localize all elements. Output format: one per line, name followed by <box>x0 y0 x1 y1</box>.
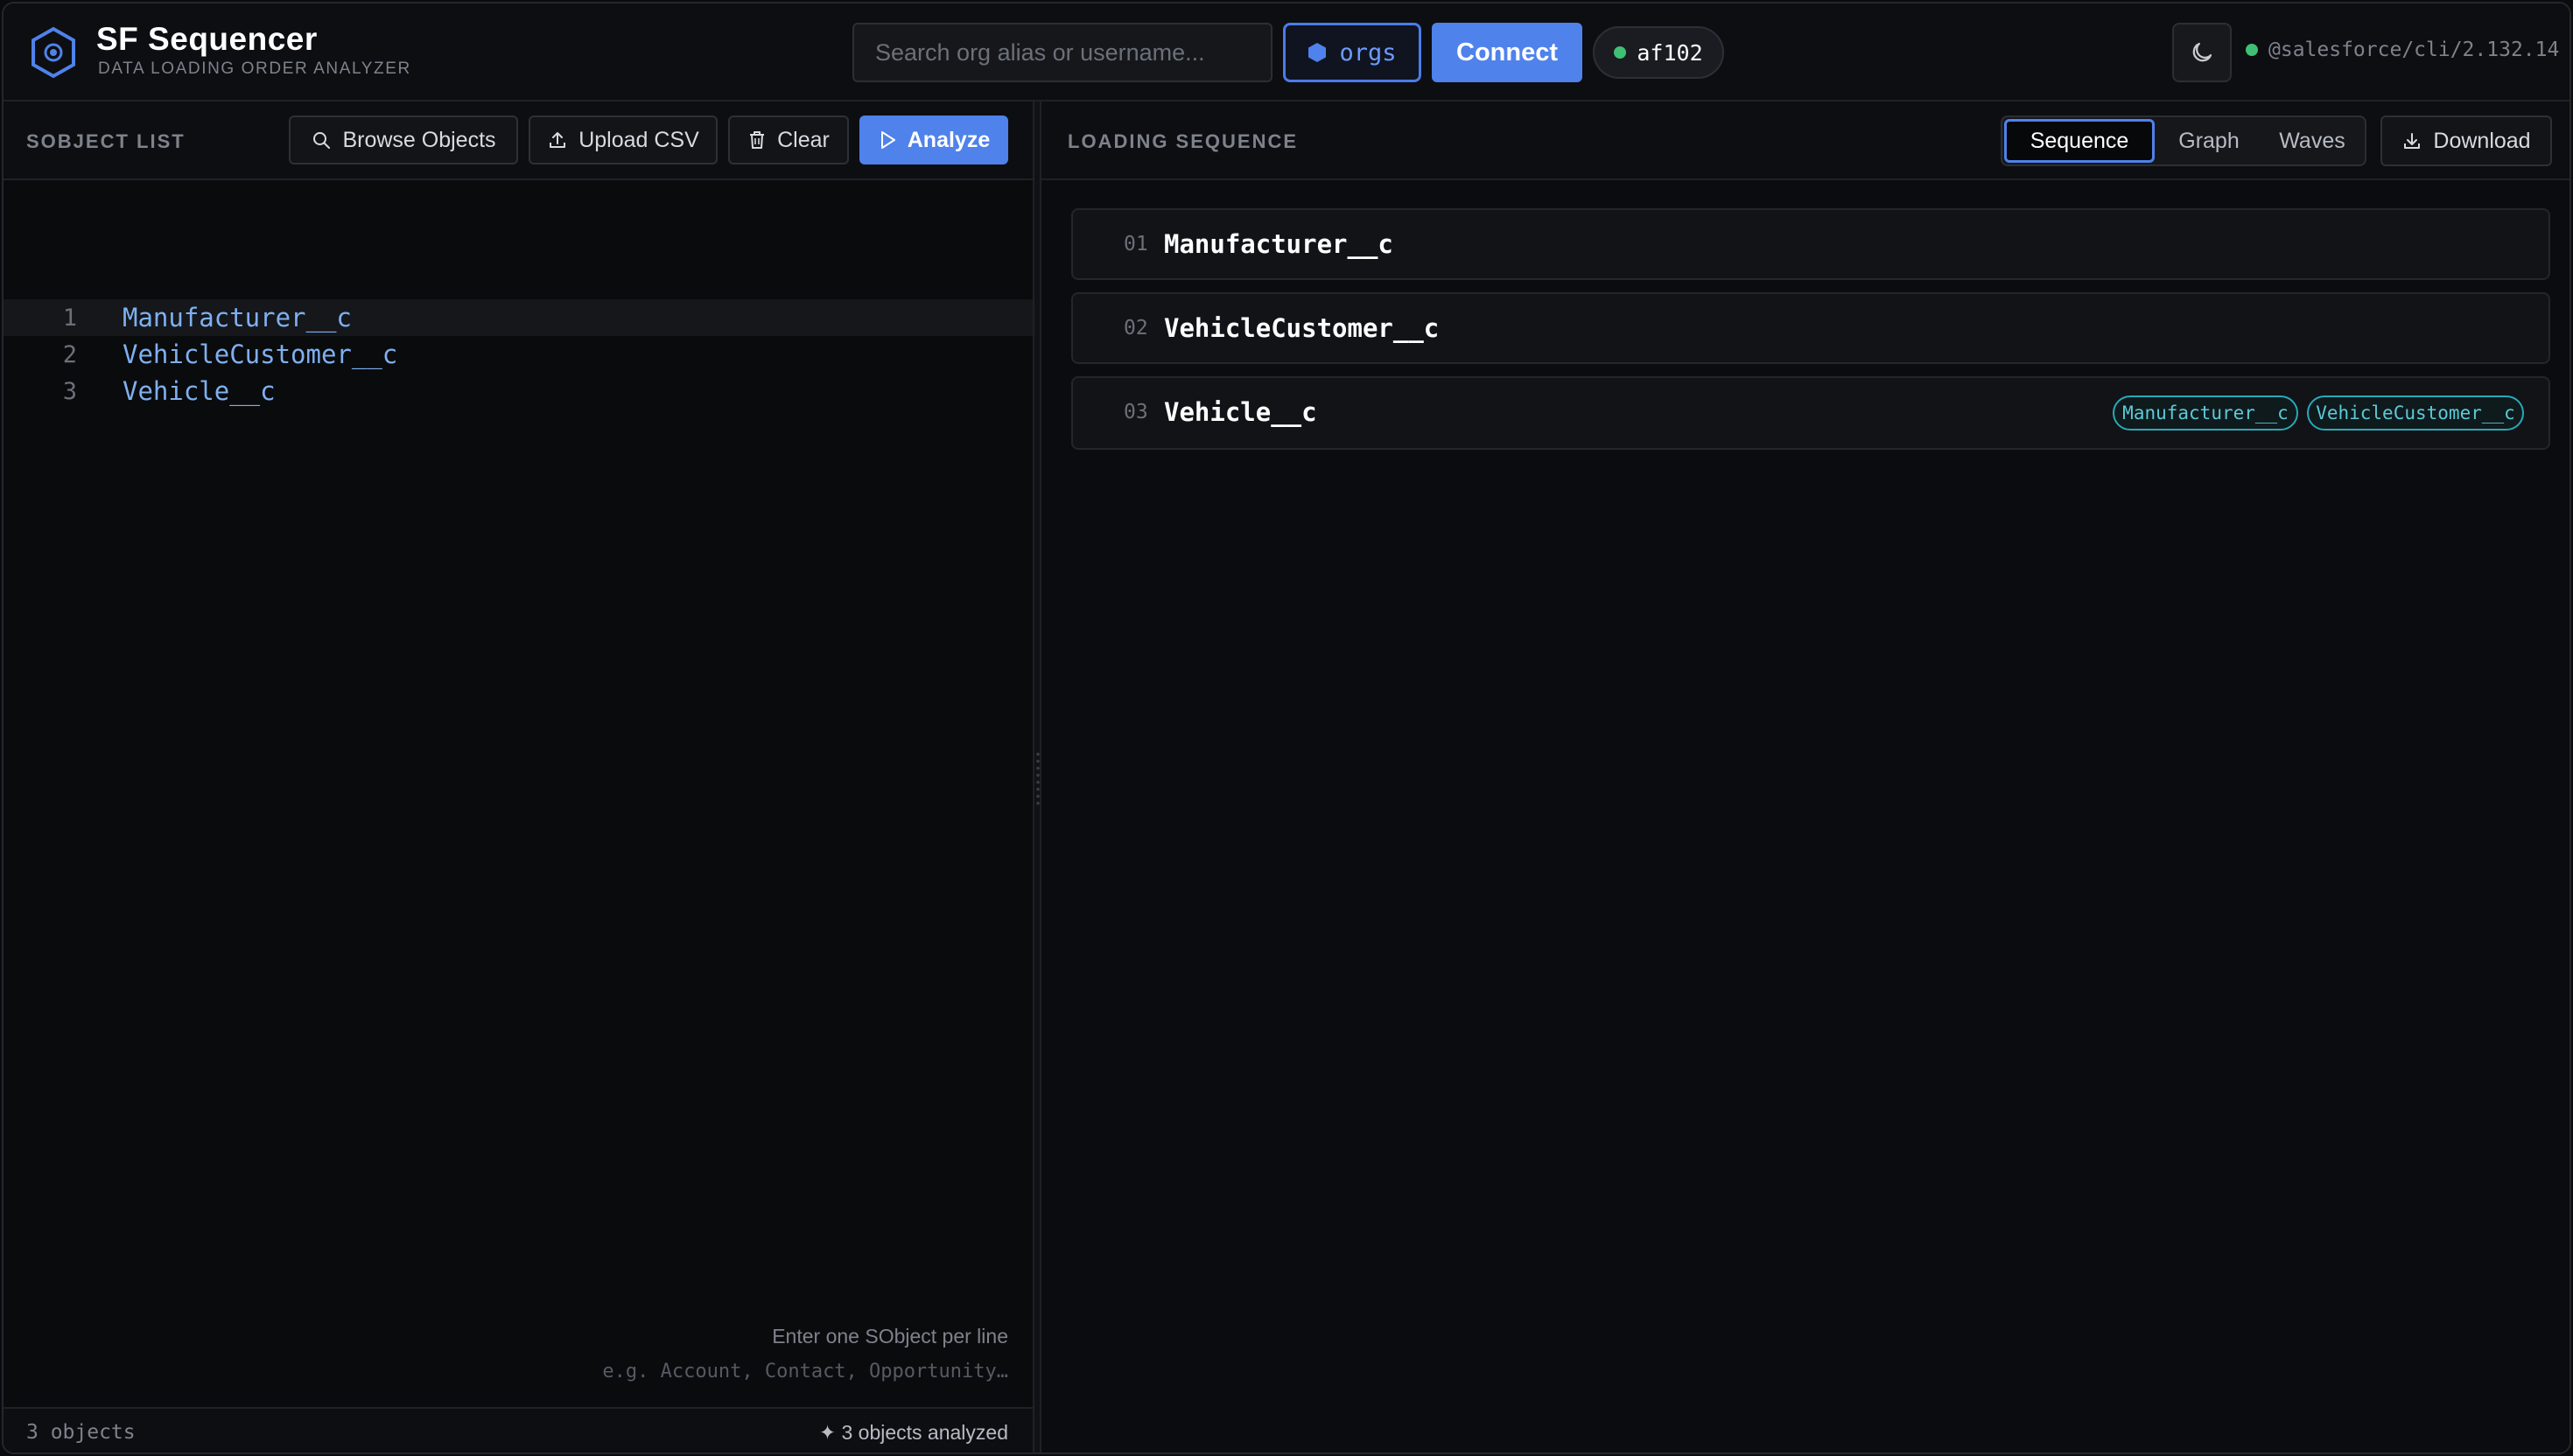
download-label: Download <box>2433 128 2531 153</box>
connected-status-dot <box>1614 46 1627 59</box>
editor-hint: Enter one SObject per line e.g. Account,… <box>602 1325 1008 1382</box>
sequence-object-name: VehicleCustomer__c <box>1164 313 1440 343</box>
sobject-toolbar: SOBJECT LIST Browse Objects Upload CSV C… <box>4 102 1033 180</box>
connected-org-badge[interactable]: af102 <box>1593 26 1724 79</box>
panel-title: LOADING SEQUENCE <box>1068 130 1299 152</box>
sequence-item[interactable]: 02 VehicleCustomer__c <box>1071 292 2550 364</box>
clear-button[interactable]: Clear <box>728 116 849 164</box>
sequence-item[interactable]: 03 Vehicle__c Manufacturer__c VehicleCus… <box>1071 376 2550 450</box>
theme-toggle-button[interactable] <box>2172 23 2232 82</box>
editor-line[interactable]: 3 Vehicle__c <box>4 373 1033 410</box>
app-window: SF Sequencer DATA LOADING ORDER ANALYZER… <box>2 2 2571 1454</box>
sequence-object-name: Manufacturer__c <box>1164 229 1393 259</box>
upload-csv-label: Upload CSV <box>578 127 699 152</box>
cli-version-indicator: @salesforce/cli/2.132.14 <box>2246 38 2559 61</box>
sequence-number: 03 <box>1124 401 1148 424</box>
line-number: 1 <box>62 304 77 332</box>
loading-sequence-panel: LOADING SEQUENCE Sequence Graph Waves Do… <box>1041 102 2569 1452</box>
sobject-editor[interactable]: 1 Manufacturer__c 2 VehicleCustomer__c 3… <box>4 180 1033 1374</box>
orgs-button[interactable]: orgs <box>1283 23 1421 82</box>
editor-line[interactable]: 2 VehicleCustomer__c <box>4 336 1033 373</box>
browse-objects-label: Browse Objects <box>342 127 496 152</box>
panel-resize-handle[interactable] <box>1033 102 1041 1452</box>
tab-sequence[interactable]: Sequence <box>2004 119 2155 163</box>
line-text: Vehicle__c <box>123 376 276 406</box>
view-tabs: Sequence Graph Waves <box>2001 116 2366 166</box>
sequence-number: 01 <box>1124 233 1148 256</box>
hint-text: Enter one SObject per line <box>772 1325 1008 1348</box>
hint-example: e.g. Account, Contact, Opportunity… <box>602 1361 1008 1382</box>
analyze-button[interactable]: Analyze <box>859 116 1008 164</box>
sequence-item[interactable]: 01 Manufacturer__c <box>1071 208 2550 280</box>
line-text: Manufacturer__c <box>123 303 352 332</box>
line-number: 2 <box>62 340 77 368</box>
moon-icon <box>2192 42 2212 62</box>
hexagon-logo-icon <box>32 26 75 79</box>
editor-line[interactable]: 1 Manufacturer__c <box>4 299 1033 336</box>
dependency-tag[interactable]: Manufacturer__c <box>2113 396 2298 430</box>
dependency-tag[interactable]: VehicleCustomer__c <box>2307 396 2524 430</box>
drag-grip-icon <box>1036 751 1040 808</box>
upload-icon <box>550 132 566 148</box>
app-title: SF Sequencer <box>96 21 318 57</box>
app-subtitle: DATA LOADING ORDER ANALYZER <box>98 60 411 78</box>
play-icon <box>880 131 895 149</box>
search-icon <box>313 132 331 149</box>
download-button[interactable]: Download <box>2380 116 2552 166</box>
tab-graph[interactable]: Graph <box>2160 119 2258 163</box>
download-icon <box>2404 133 2421 149</box>
clear-label: Clear <box>777 127 830 152</box>
tab-waves[interactable]: Waves <box>2261 119 2363 163</box>
connect-button[interactable]: Connect <box>1432 23 1582 82</box>
cli-version-text: @salesforce/cli/2.132.14 <box>2268 38 2560 61</box>
upload-csv-button[interactable]: Upload CSV <box>529 116 718 164</box>
trash-icon <box>750 131 765 149</box>
line-number: 3 <box>62 377 77 405</box>
panel-title: SOBJECT LIST <box>26 130 186 152</box>
object-count: 3 objects <box>26 1421 136 1444</box>
org-search-input[interactable] <box>852 23 1272 82</box>
top-header: SF Sequencer DATA LOADING ORDER ANALYZER… <box>4 4 2569 102</box>
line-text: VehicleCustomer__c <box>123 340 398 369</box>
org-alias: af102 <box>1637 39 1703 66</box>
sequence-object-name: Vehicle__c <box>1164 397 1317 427</box>
analyze-label: Analyze <box>907 127 991 152</box>
cli-status-dot <box>2246 44 2258 56</box>
analysis-status: ✦ 3 objects analyzed <box>818 1421 1008 1444</box>
sobject-list-panel: SOBJECT LIST Browse Objects Upload CSV C… <box>4 102 1033 1452</box>
sequence-number: 02 <box>1124 317 1148 340</box>
sequence-toolbar: LOADING SEQUENCE Sequence Graph Waves Do… <box>1041 102 2569 180</box>
orgs-button-label: orgs <box>1339 38 1397 66</box>
editor-footer: 3 objects ✦ 3 objects analyzed <box>4 1407 1033 1452</box>
hexagon-icon <box>1308 43 1327 62</box>
browse-objects-button[interactable]: Browse Objects <box>289 116 518 164</box>
